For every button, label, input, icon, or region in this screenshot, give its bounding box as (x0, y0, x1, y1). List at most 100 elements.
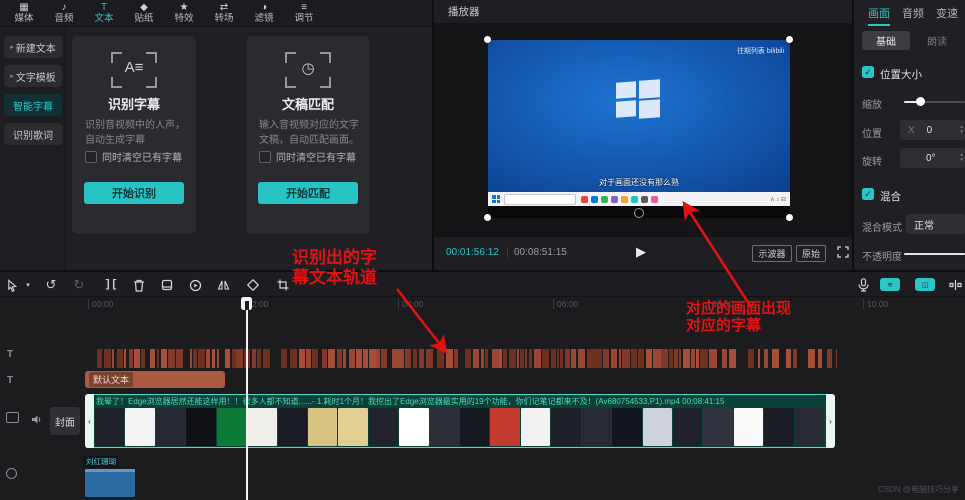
chevron-down-icon[interactable]: ▾ (19, 276, 37, 294)
subtab-basic[interactable]: 基础 (862, 31, 910, 50)
tab-effects[interactable]: ★特效 (164, 2, 204, 24)
subtitle-segment (299, 349, 305, 368)
timeline-toolbar: ▾ ↺ ↻ ][ ≋ ◫ (0, 272, 965, 297)
video-preview[interactable]: 往期列表 bilibili 对于画面还没有那么熟 ∧ ♪ ⊟ (488, 40, 790, 218)
start-recognize-button[interactable]: 开始识别 (84, 182, 184, 204)
subtitle-segment (638, 349, 644, 368)
tab-audio[interactable]: 音频 (902, 5, 924, 21)
scope-button[interactable]: 示波器 (752, 245, 792, 262)
split-icon[interactable]: ][ (102, 276, 120, 294)
taskbar-app-icon (631, 196, 638, 203)
position-size-checkbox[interactable]: ✓ (862, 66, 874, 78)
auto-snap-toggle[interactable]: ◫ (915, 278, 935, 291)
playhead-line[interactable] (246, 297, 248, 500)
rotate-icon[interactable] (244, 276, 262, 294)
selection-handle[interactable] (484, 36, 491, 43)
sidebar-item-smart-caption[interactable]: 智能字幕 (4, 94, 62, 116)
delete-icon[interactable] (130, 276, 148, 294)
tab-media[interactable]: ▦媒体 (4, 2, 44, 24)
subtitle-segment (603, 349, 609, 368)
smart-caption-content: A≡ 识别字幕 识别音视频中的人声，自动生成字幕 同时清空已有字幕 开始识别 ◷… (66, 27, 432, 270)
trim-handle-left[interactable]: ‹ (85, 394, 94, 448)
subtitle-segment (619, 349, 621, 368)
clip-thumbnail (430, 408, 459, 446)
selection-handle[interactable] (786, 214, 793, 221)
blend-mode-dropdown[interactable]: 正常 (906, 214, 965, 234)
record-voiceover-icon[interactable] (854, 276, 872, 294)
current-time: 00:01:56:12 (446, 247, 499, 258)
taskbar-app-icon (601, 196, 608, 203)
crop-icon[interactable] (274, 276, 292, 294)
subtitle-segment (764, 349, 768, 368)
subtab-read-aloud[interactable]: 朗读 (916, 31, 958, 50)
tab-audio[interactable]: ♪音频 (44, 2, 84, 24)
mute-track-icon[interactable] (27, 410, 45, 428)
freeze-frame-icon[interactable] (158, 276, 176, 294)
clear-existing-checkbox[interactable]: 同时清空已有字幕 (85, 149, 182, 164)
subtitle-segment (560, 349, 563, 368)
subtitle-segment (520, 349, 523, 368)
audio-clip[interactable] (85, 469, 135, 497)
tab-sticker[interactable]: ◆贴纸 (124, 2, 164, 24)
subtitle-segment (376, 349, 379, 368)
checkbox-icon[interactable] (85, 151, 97, 163)
playhead-handle[interactable] (241, 297, 252, 310)
stepper-icons[interactable]: ▴▾ (960, 125, 963, 135)
start-match-button[interactable]: 开始匹配 (258, 182, 358, 204)
clip-thumbnail (217, 408, 246, 446)
ruler-label: 04:00 (398, 299, 423, 309)
redo-icon[interactable]: ↻ (70, 276, 88, 294)
subtitle-segment (337, 349, 342, 368)
stepper-icons[interactable]: ▴▾ (960, 153, 963, 163)
original-quality-button[interactable]: 原始 (796, 245, 826, 262)
subtitle-segment (263, 349, 270, 368)
sidebar-item-new-text[interactable]: ▸新建文本 (4, 36, 62, 58)
selection-handle[interactable] (786, 36, 793, 43)
undo-icon[interactable]: ↺ (42, 276, 60, 294)
clip-thumbnail (399, 408, 428, 446)
subtitle-text-track[interactable] (97, 349, 837, 368)
taskbar-search-box (504, 194, 576, 205)
subtitle-segment (700, 349, 707, 368)
position-x-input[interactable]: X 0 ▴▾ (900, 120, 965, 140)
blend-checkbox[interactable]: ✓ (862, 188, 874, 200)
subtitle-segment (161, 349, 167, 368)
selection-handle[interactable] (484, 214, 491, 221)
trim-handle-right[interactable]: › (826, 394, 835, 448)
mirror-icon[interactable] (214, 276, 232, 294)
sidebar-item-text-template[interactable]: ▸文字模板 (4, 65, 62, 87)
cover-button[interactable]: 封面 (50, 407, 80, 435)
tab-transition[interactable]: ⇄转场 (204, 2, 244, 24)
default-text-clip[interactable]: 默认文本 (85, 371, 225, 388)
rotation-input[interactable]: 0° ▴▾ (900, 148, 965, 168)
subtitle-segment (691, 349, 695, 368)
tab-filter[interactable]: ◑滤镜 (244, 2, 284, 24)
reverse-icon[interactable] (186, 276, 204, 294)
checkbox-icon[interactable] (259, 151, 271, 163)
clear-existing-checkbox[interactable]: 同时清空已有字幕 (259, 149, 356, 164)
fullscreen-icon[interactable] (834, 243, 852, 261)
taskbar-app-icon (611, 196, 618, 203)
subtitle-segment (529, 349, 532, 368)
subtitle-segment (343, 349, 346, 368)
tab-speed[interactable]: 变速 (936, 5, 958, 21)
sidebar-item-lyrics-recognition[interactable]: 识别歌词 (4, 123, 62, 145)
subtitle-segment (217, 349, 219, 368)
subtitle-segment (473, 349, 479, 368)
main-track-magnet-toggle[interactable]: ≋ (880, 278, 900, 291)
windows-desktop: 往期列表 bilibili 对于画面还没有那么熟 (488, 40, 790, 192)
tab-picture[interactable]: 画面 (868, 5, 890, 21)
sticker-tab-icon: ◆ (140, 2, 148, 13)
timeline-ruler[interactable]: 00:0002:0004:0006:0008:0010:00 (0, 297, 965, 312)
link-toggle-icon[interactable] (946, 276, 964, 294)
tab-text[interactable]: T文本 (84, 2, 124, 24)
subtitle-segment (758, 349, 761, 368)
tab-adjust[interactable]: ≡调节 (284, 2, 324, 24)
scale-slider-knob[interactable] (916, 97, 925, 106)
opacity-slider[interactable] (904, 253, 965, 255)
video-clip[interactable]: ‹ › 我晕了！Edge浏览器居然还能这样用！！很多人都不知道......- 1… (85, 394, 835, 448)
subtitle-segment (503, 349, 507, 368)
play-button[interactable]: ▶ (636, 244, 646, 260)
taskbar-app-icon (621, 196, 628, 203)
subtitle-segment (492, 349, 498, 368)
